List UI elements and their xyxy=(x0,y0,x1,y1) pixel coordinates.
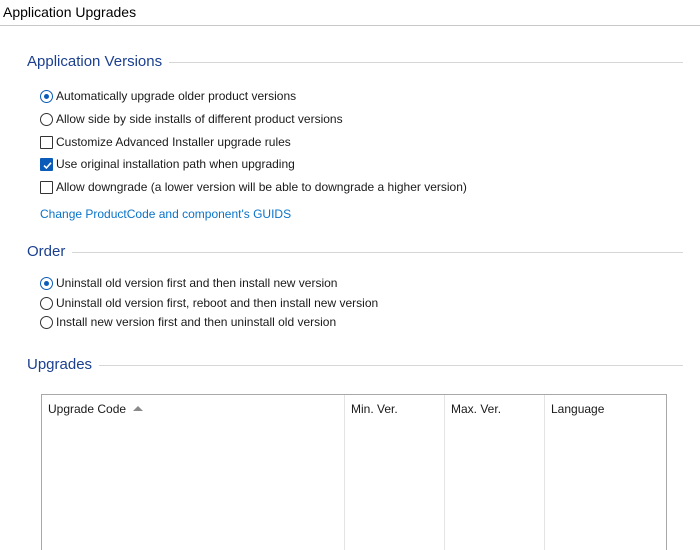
option-label: Use original installation path when upgr… xyxy=(56,157,295,171)
section-divider xyxy=(27,252,683,253)
column-max-version: Max. Ver. xyxy=(444,395,544,550)
radio-button[interactable] xyxy=(40,112,53,126)
option-label: Uninstall old version first and then ins… xyxy=(56,276,338,290)
option-label: Customize Advanced Installer upgrade rul… xyxy=(56,135,291,149)
column-upgrade-code: Upgrade Code xyxy=(42,395,344,550)
checkbox-checked[interactable] xyxy=(40,157,53,171)
checkbox-customize-rules[interactable]: Customize Advanced Installer upgrade rul… xyxy=(40,133,291,151)
column-language: Language xyxy=(544,395,668,550)
column-min-version: Min. Ver. xyxy=(344,395,444,550)
radio-button[interactable] xyxy=(40,315,53,329)
upgrades-table[interactable]: Upgrade Code Min. Ver. Max. Ver. Languag… xyxy=(41,394,667,550)
window-title: Application Upgrades xyxy=(3,4,137,20)
column-header-upgrade-code[interactable]: Upgrade Code xyxy=(48,402,126,416)
radio-button[interactable] xyxy=(40,296,53,310)
option-label: Uninstall old version first, reboot and … xyxy=(56,296,379,310)
radio-install-then-uninstall[interactable]: Install new version first and then unins… xyxy=(40,313,336,331)
section-title: Upgrades xyxy=(27,355,100,375)
radio-side-by-side[interactable]: Allow side by side installs of different… xyxy=(40,110,343,128)
option-label: Allow side by side installs of different… xyxy=(56,112,343,126)
section-application-versions: Application Versions xyxy=(27,52,683,74)
option-label: Allow downgrade (a lower version will be… xyxy=(56,180,467,194)
option-label: Automatically upgrade older product vers… xyxy=(56,89,297,103)
column-header-language[interactable]: Language xyxy=(551,402,604,416)
section-title: Order xyxy=(27,242,73,262)
checkbox[interactable] xyxy=(40,135,53,149)
checkmark-icon xyxy=(43,161,52,169)
column-header-min-version[interactable]: Min. Ver. xyxy=(351,402,398,416)
title-bar: Application Upgrades xyxy=(0,0,700,26)
radio-auto-upgrade[interactable]: Automatically upgrade older product vers… xyxy=(40,87,296,105)
radio-button-selected[interactable] xyxy=(40,89,53,103)
sort-ascending-icon[interactable] xyxy=(133,406,143,411)
section-order: Order xyxy=(27,242,683,264)
checkbox-original-path[interactable]: Use original installation path when upgr… xyxy=(40,155,295,173)
change-guids-link[interactable]: Change ProductCode and component's GUIDS xyxy=(40,207,291,221)
radio-button-selected[interactable] xyxy=(40,276,53,290)
checkbox-allow-downgrade[interactable]: Allow downgrade (a lower version will be… xyxy=(40,178,467,196)
section-title: Application Versions xyxy=(27,52,170,72)
section-upgrades: Upgrades xyxy=(27,355,683,377)
checkbox[interactable] xyxy=(40,180,53,194)
radio-uninstall-then-install[interactable]: Uninstall old version first and then ins… xyxy=(40,274,337,292)
section-divider xyxy=(27,365,683,366)
radio-uninstall-reboot-install[interactable]: Uninstall old version first, reboot and … xyxy=(40,294,378,312)
option-label: Install new version first and then unins… xyxy=(56,315,337,329)
column-header-max-version[interactable]: Max. Ver. xyxy=(451,402,501,416)
